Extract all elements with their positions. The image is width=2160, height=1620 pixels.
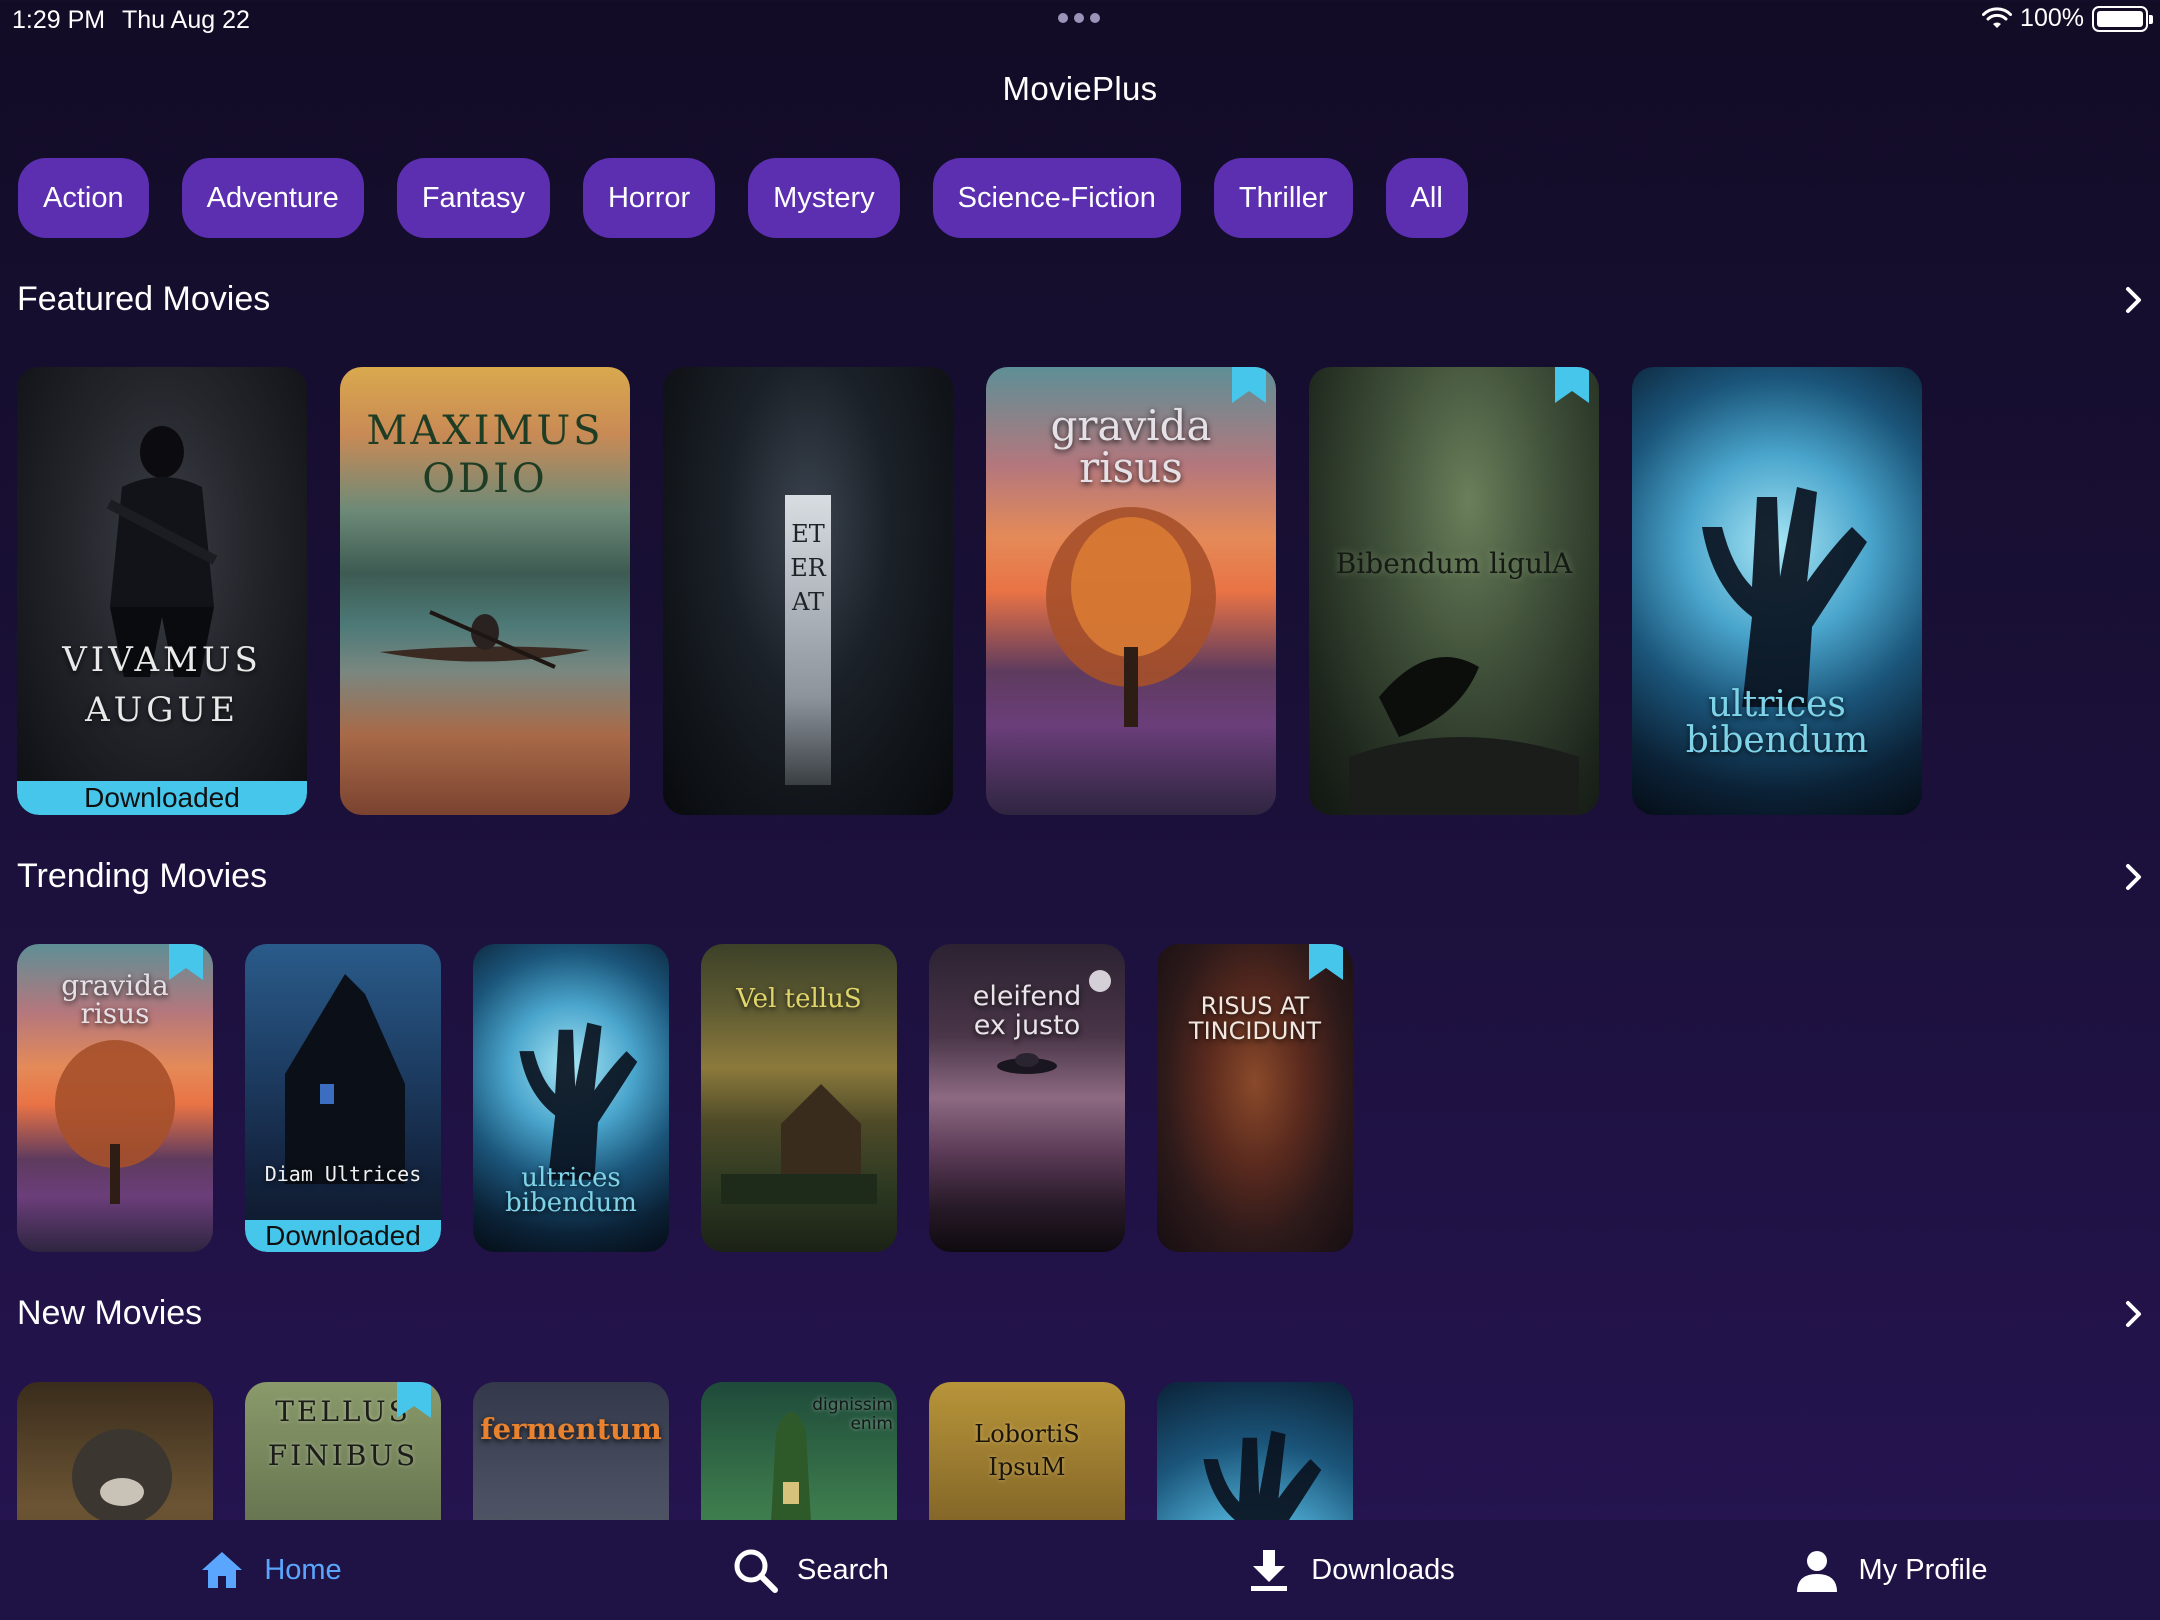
- genre-chip-fantasy[interactable]: Fantasy: [396, 158, 550, 238]
- featured-poster[interactable]: ET ERAT: [663, 367, 953, 815]
- status-date: Thu Aug 22: [122, 6, 250, 34]
- willow-tree-icon: [1046, 507, 1216, 727]
- featured-poster[interactable]: Bibendum ligulA: [1309, 367, 1599, 815]
- tab-label: My Profile: [1858, 1553, 1988, 1586]
- trending-poster[interactable]: eleifend ex justo: [929, 944, 1125, 1252]
- chevron-right-icon[interactable]: [2119, 863, 2147, 891]
- download-icon: [1251, 1550, 1288, 1591]
- trending-title: Trending Movies: [17, 857, 268, 895]
- featured-poster[interactable]: ultrices bibendum: [1632, 367, 1922, 815]
- tab-home[interactable]: Home: [0, 1520, 540, 1620]
- trending-poster[interactable]: RISUS AT TINCIDUNT: [1157, 944, 1353, 1252]
- gorilla-face-icon: [72, 1429, 172, 1522]
- genre-chip-adventure[interactable]: Adventure: [181, 158, 364, 238]
- cottage-icon: [721, 1084, 877, 1204]
- genre-chip-horror[interactable]: Horror: [582, 158, 716, 238]
- bookmark-icon[interactable]: [1555, 367, 1589, 403]
- status-time: 1:29 PM: [12, 6, 106, 34]
- trending-poster[interactable]: Diam Ultrices Downloaded: [245, 944, 441, 1252]
- new-title: New Movies: [17, 1294, 203, 1332]
- bookmark-icon[interactable]: [1232, 367, 1266, 403]
- genre-chip-action[interactable]: Action: [18, 158, 149, 238]
- tab-search[interactable]: Search: [540, 1520, 1080, 1620]
- ufo-icon: [997, 1053, 1057, 1074]
- trending-poster[interactable]: gravida risus: [17, 944, 213, 1252]
- chevron-right-icon[interactable]: [2119, 286, 2147, 314]
- raven-figure-icon: [1349, 657, 1579, 815]
- poster-title: VIVAMUS AUGUE: [62, 640, 262, 730]
- genre-chip-thriller[interactable]: Thriller: [1213, 158, 1353, 238]
- poster-title: eleifend ex justo: [972, 981, 1082, 1041]
- tab-label: Search: [797, 1553, 889, 1586]
- bookmark-icon[interactable]: [1309, 944, 1343, 980]
- poster-title: Bibendum ligulA: [1335, 547, 1573, 580]
- genre-chips: Action Adventure Fantasy Horror Mystery …: [18, 158, 1468, 238]
- poster-title: ET ERAT: [790, 520, 826, 616]
- poster-title: gravida risus: [61, 969, 169, 1030]
- featured-row: VIVAMUS AUGUE Downloaded MAXIMUS ODIO ET…: [17, 367, 1922, 815]
- trending-poster[interactable]: ultrices bibendum: [473, 944, 669, 1252]
- willow-tree-icon: [55, 1040, 175, 1204]
- tab-label: Downloads: [1311, 1553, 1455, 1586]
- poster-title: ultrices bibendum: [505, 1163, 637, 1218]
- status-bar: 1:29 PM Thu Aug 22 100%: [0, 0, 2160, 40]
- tab-bar: Home Search Downloads My Profile: [0, 1520, 2160, 1620]
- app-title: MoviePlus: [1002, 70, 1158, 107]
- featured-poster[interactable]: gravida risus: [986, 367, 1276, 815]
- multitasking-dots-icon[interactable]: [1058, 13, 1100, 23]
- bookmark-icon[interactable]: [169, 944, 203, 980]
- search-icon: [734, 1549, 779, 1593]
- featured-title: Featured Movies: [17, 280, 271, 318]
- poster-title: RISUS AT TINCIDUNT: [1188, 992, 1322, 1045]
- new-header: New Movies: [17, 1294, 2147, 1333]
- claw-hand-icon: [1702, 487, 1867, 707]
- poster-title: dignissim enim: [812, 1395, 893, 1434]
- home-icon: [202, 1552, 243, 1588]
- featured-poster[interactable]: MAXIMUS ODIO: [340, 367, 630, 815]
- tab-profile[interactable]: My Profile: [1620, 1520, 2160, 1620]
- genre-chip-mystery[interactable]: Mystery: [748, 158, 900, 238]
- trending-row: gravida risus Diam Ultrices Downloaded u…: [17, 944, 1353, 1252]
- battery-percent: 100%: [2020, 4, 2084, 32]
- trending-poster[interactable]: Vel telluS: [701, 944, 897, 1252]
- poster-title: MAXIMUS ODIO: [366, 408, 604, 502]
- wifi-icon: [1982, 6, 2013, 28]
- poster-title: ultrices bibendum: [1685, 684, 1869, 761]
- poster-title: gravida risus: [1050, 401, 1212, 492]
- featured-header: Featured Movies: [17, 280, 2147, 319]
- status-right: 100%: [1982, 4, 2153, 33]
- tab-downloads[interactable]: Downloads: [1080, 1520, 1620, 1620]
- featured-poster[interactable]: VIVAMUS AUGUE Downloaded: [17, 367, 307, 815]
- downloaded-badge: Downloaded: [245, 1220, 441, 1252]
- claw-hand-icon: [519, 1022, 638, 1180]
- haunted-house-icon: [285, 974, 405, 1184]
- poster-title: Vel telluS: [736, 984, 862, 1014]
- bookmark-icon[interactable]: [397, 1382, 431, 1418]
- genre-chip-all[interactable]: All: [1385, 158, 1468, 238]
- trending-header: Trending Movies: [17, 857, 2147, 896]
- tab-label: Home: [264, 1553, 342, 1586]
- downloaded-badge: Downloaded: [17, 781, 307, 815]
- kayak-figure-icon: [380, 610, 590, 669]
- genre-chip-science-fiction[interactable]: Science-Fiction: [932, 158, 1181, 238]
- poster-title: Diam Ultrices: [264, 1162, 422, 1186]
- poster-title: LobortiS IpsuM: [974, 1420, 1080, 1481]
- battery-icon: [2092, 5, 2153, 32]
- chevron-right-icon[interactable]: [2119, 1300, 2147, 1328]
- poster-title: fermentum: [480, 1412, 662, 1446]
- person-icon: [1796, 1551, 1837, 1592]
